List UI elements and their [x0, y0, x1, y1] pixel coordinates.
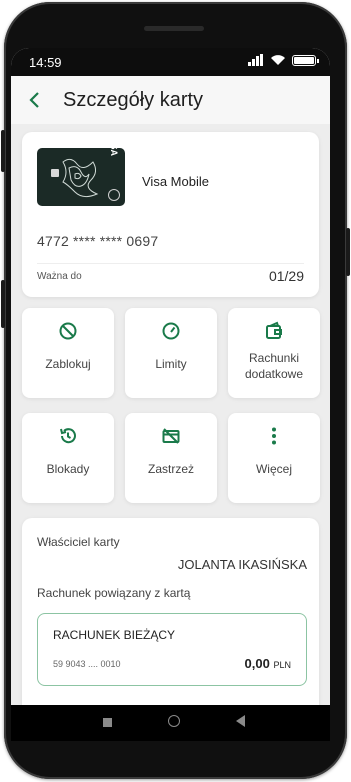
account-balance-value: 0,00 [244, 656, 270, 671]
linked-account-card[interactable]: RACHUNEK BIEŻĄCY 59 9043 .... 0010 0,00 … [37, 613, 307, 686]
account-number: 59 9043 .... 0010 [53, 659, 121, 669]
back-arrow-icon[interactable] [25, 90, 45, 110]
app-header: Szczegóły karty [11, 76, 330, 124]
wifi-icon [271, 55, 285, 65]
block-card-button[interactable]: Zablokuj [22, 308, 114, 398]
volume-button [1, 130, 5, 172]
valid-until-value: 01/29 [268, 268, 304, 284]
linked-account-label: Rachunek powiązany z kartą [37, 586, 191, 600]
speaker [144, 26, 204, 31]
block-icon [59, 322, 77, 340]
battery-icon [292, 54, 319, 66]
holds-label: Blokady [46, 462, 90, 476]
account-currency: PLN [273, 660, 291, 670]
divider [37, 263, 304, 264]
contactless-icon [108, 189, 120, 201]
owner-label: Właściciel karty [37, 535, 120, 549]
account-balance: 0,00 PLN [245, 656, 291, 671]
account-name: RACHUNEK BIEŻĄCY [53, 628, 176, 642]
signal-icon [248, 54, 264, 66]
visa-logo: VISA [109, 148, 119, 156]
card-cancel-icon [162, 428, 180, 444]
card-name: Visa Mobile [142, 174, 209, 189]
card-chip [51, 169, 59, 177]
additional-accounts-button[interactable]: Rachunki dodatkowe [228, 308, 320, 398]
card-image: VISA [37, 148, 125, 206]
side-button [1, 280, 5, 328]
card-number: 4772 **** **** 0697 [37, 233, 159, 249]
power-button [346, 228, 350, 276]
owner-name: JOLANTA IKASIŃSKA [177, 557, 307, 572]
block-card-label: Zablokuj [45, 357, 91, 371]
status-time: 14:59 [29, 55, 62, 70]
status-bar: 14:59 [11, 48, 330, 76]
app-screen: 14:59 Szczegóły karty VISA [11, 48, 330, 738]
gauge-icon [162, 322, 180, 340]
card-pattern [62, 158, 99, 198]
valid-until-label: Ważna do [37, 271, 82, 282]
more-label: Więcej [255, 462, 292, 476]
page-title: Szczegóły karty [63, 88, 204, 111]
wallet-icon [266, 321, 282, 339]
limits-label: Limity [155, 357, 187, 371]
holds-button[interactable]: Blokady [22, 413, 114, 503]
additional-accounts-label: Rachunki dodatkowe [244, 351, 304, 381]
more-vertical-icon [272, 427, 276, 445]
history-icon [60, 428, 76, 444]
back-triangle-icon[interactable] [236, 715, 245, 727]
system-nav-bar [11, 705, 330, 741]
home-icon[interactable] [168, 715, 180, 727]
report-card-button[interactable]: Zastrzeż [125, 413, 217, 503]
report-card-label: Zastrzeż [147, 462, 194, 476]
more-button[interactable]: Więcej [228, 413, 320, 503]
limits-button[interactable]: Limity [125, 308, 217, 398]
recent-apps-icon[interactable] [103, 718, 112, 727]
card-summary: VISA Visa Mobile 4772 **** **** 0697 Waż… [22, 132, 319, 297]
